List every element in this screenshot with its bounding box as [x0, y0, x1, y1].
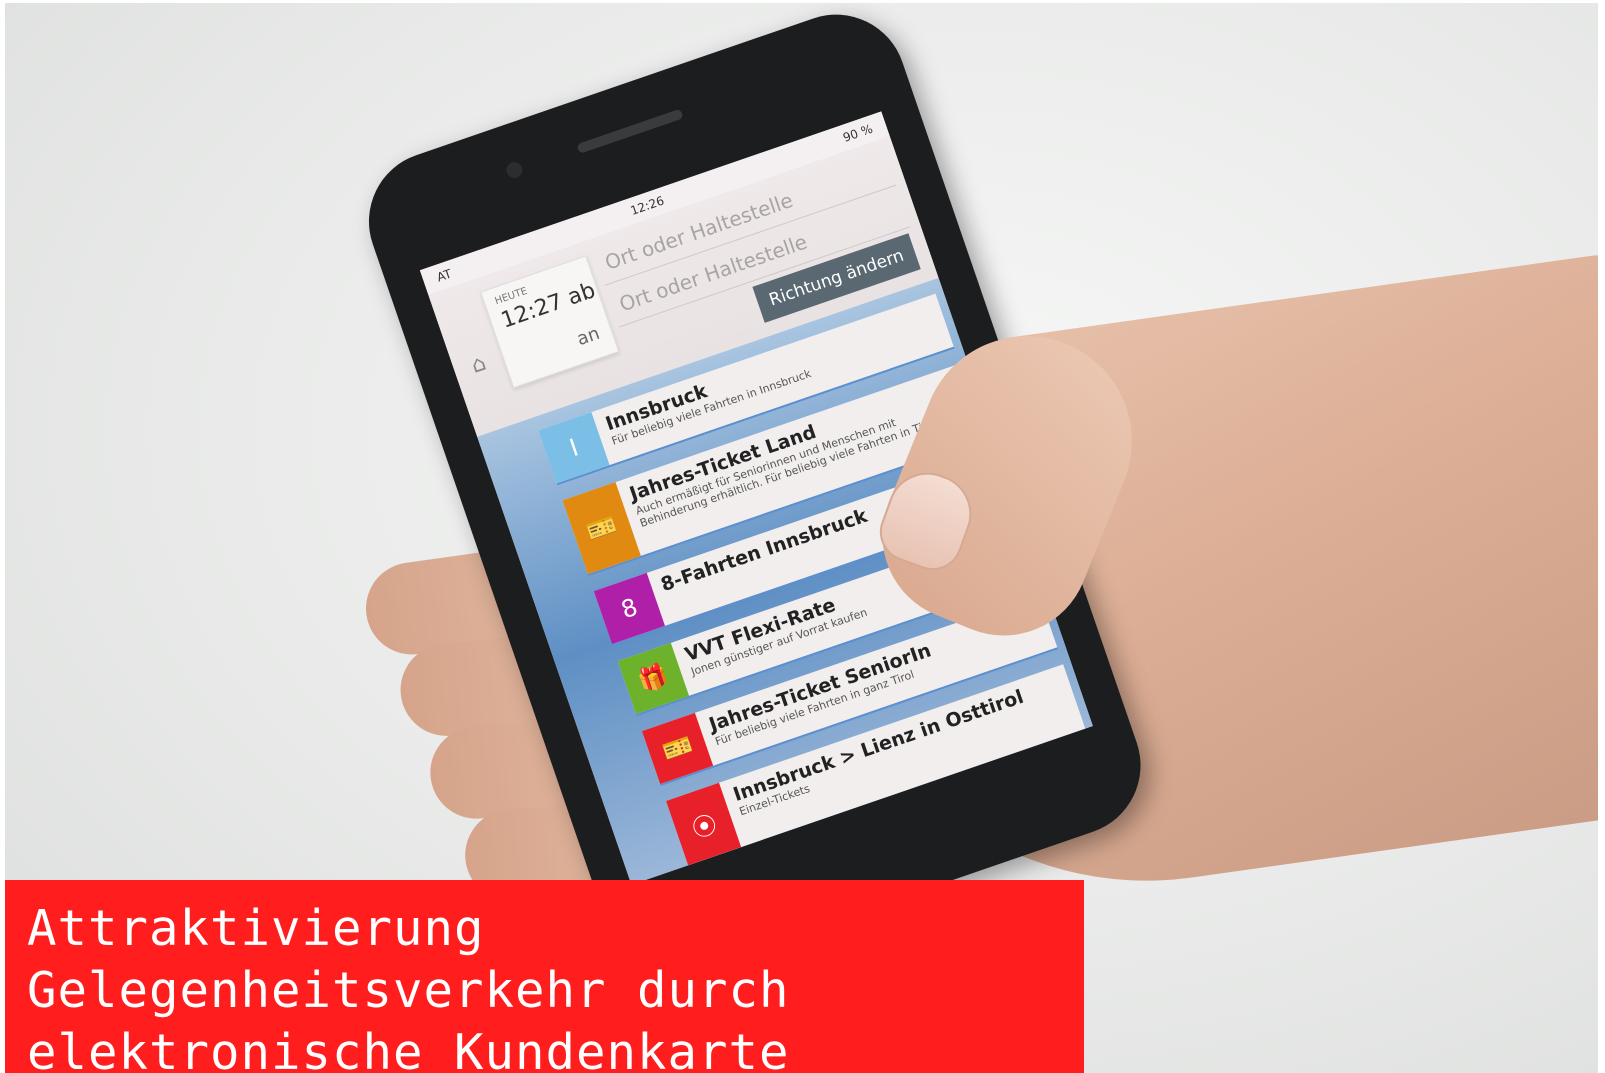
- caption-line-3: elektronische Kundenkarte: [27, 1024, 790, 1073]
- time-selector[interactable]: HEUTE 12:27 ab an: [480, 255, 620, 389]
- camera-icon: [504, 159, 525, 181]
- home-icon[interactable]: ⌂: [468, 351, 489, 379]
- departure-time: 12:27 ab: [498, 278, 599, 334]
- caption-line-1: Attraktivierung: [27, 900, 485, 957]
- battery-label: 90 %: [841, 121, 875, 145]
- caption-line-2: Gelegenheitsverkehr durch: [27, 962, 790, 1019]
- caption-title: Attraktivierung Gelegenheitsverkehr durc…: [27, 898, 1067, 1073]
- caption-banner: Attraktivierung Gelegenheitsverkehr durc…: [5, 880, 1084, 1073]
- arrival-label: an: [574, 322, 603, 351]
- earpiece: [576, 108, 684, 154]
- carrier-label: AT: [435, 266, 454, 285]
